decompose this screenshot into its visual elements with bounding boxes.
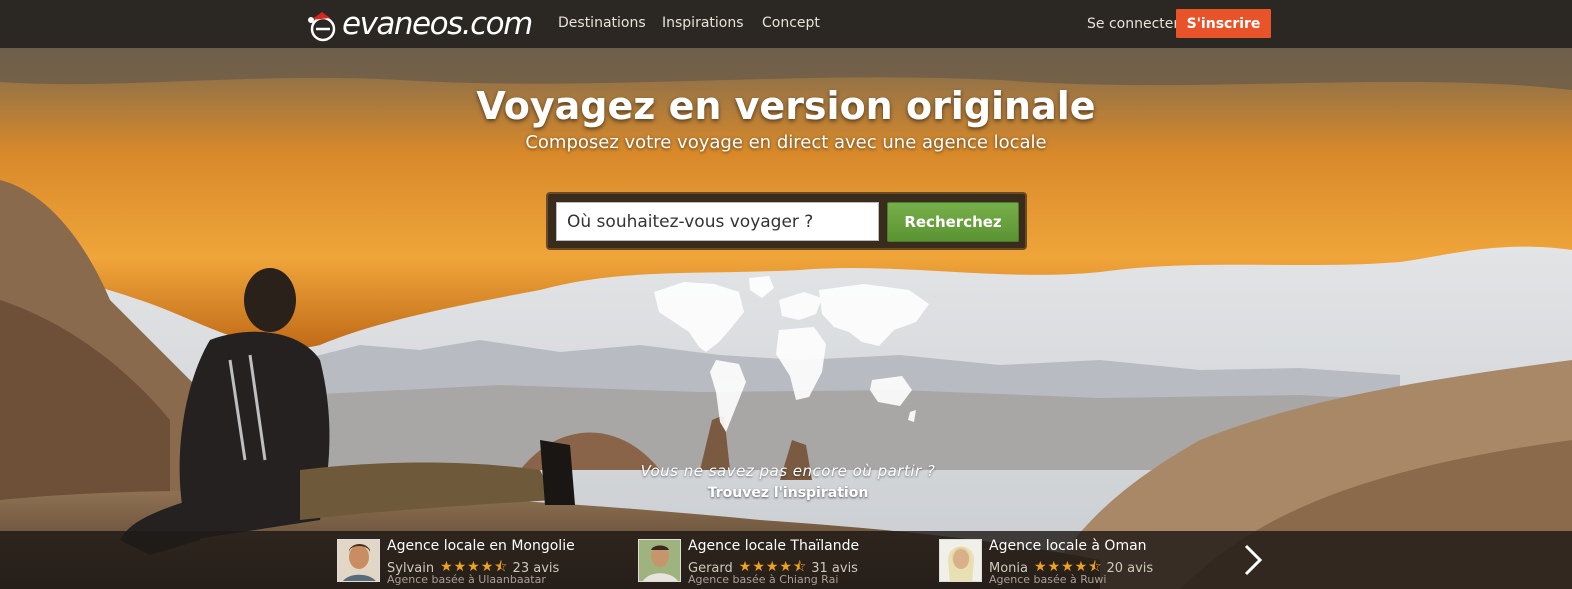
inspiration-link[interactable]: Trouvez l'inspiration (640, 485, 936, 501)
nav-inspirations[interactable]: Inspirations (662, 15, 744, 31)
review-count: 20 avis (1106, 560, 1154, 576)
top-navbar: evaneos.com Destinations Inspirations Co… (0, 0, 1572, 48)
agency-card[interactable]: Agence locale Thaïlande Gerard ★★★★⯪ 31 … (638, 538, 918, 587)
destination-search-input[interactable] (556, 202, 879, 241)
hero-subtitle: Composez votre voyage en direct avec une… (525, 132, 1047, 153)
logo-text: evaneos.com (342, 6, 533, 42)
agency-title: Agence locale en Mongolie (387, 538, 575, 554)
hero-title: Voyagez en version originale (476, 84, 1096, 128)
logo-mark-icon (308, 12, 336, 42)
agency-title: Agence locale Thaïlande (688, 538, 860, 554)
agency-location: Agence basée à Ruwi (989, 573, 1107, 586)
agency-location: Agence basée à Ulaanbaatar (387, 573, 546, 586)
chevron-right-icon[interactable] (1240, 542, 1266, 578)
nav-destinations[interactable]: Destinations (558, 15, 646, 31)
agent-avatar (337, 539, 380, 582)
agency-title: Agence locale à Oman (989, 538, 1147, 554)
inspiration-question: Vous ne savez pas encore où partir ? (640, 462, 936, 480)
agency-card[interactable]: Agence locale à Oman Monia ★★★★⯪ 20 avis… (939, 538, 1219, 587)
agency-card[interactable]: Agence locale en Mongolie Sylvain ★★★★⯪ … (337, 538, 617, 587)
agent-avatar (638, 539, 681, 582)
signup-button[interactable]: S'inscrire (1176, 9, 1271, 38)
agency-carousel: Agence locale en Mongolie Sylvain ★★★★⯪ … (0, 531, 1572, 589)
world-map-icon[interactable] (644, 272, 934, 438)
agent-avatar (939, 539, 982, 582)
agency-location: Agence basée à Chiang Rai (688, 573, 839, 586)
nav-concept[interactable]: Concept (762, 15, 820, 31)
search-panel: Recherchez (546, 192, 1027, 250)
signin-link[interactable]: Se connecter (1087, 16, 1179, 32)
search-button[interactable]: Recherchez (887, 202, 1019, 242)
evaneos-logo[interactable]: evaneos.com (302, 2, 533, 46)
